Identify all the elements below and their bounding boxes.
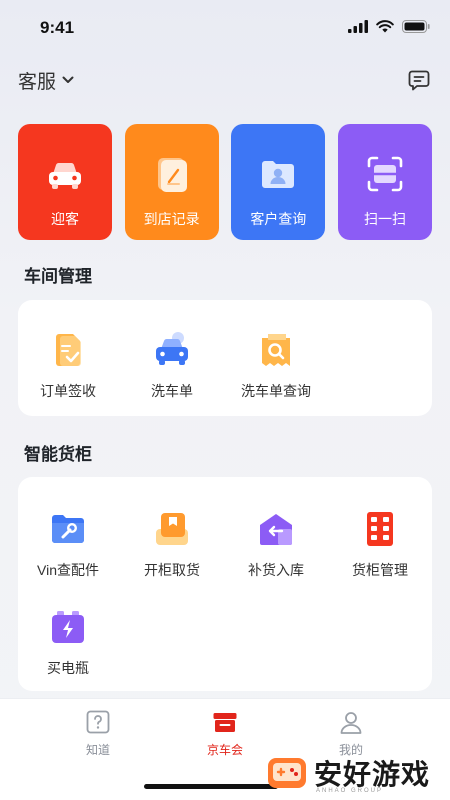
workshop-card: 订单签收 洗车单 洗车单查询	[18, 300, 432, 416]
car-icon	[49, 162, 81, 189]
watermark-text: 安好游戏	[314, 759, 431, 790]
quick-action-label: 到店记录	[143, 211, 200, 227]
box-icon	[156, 513, 188, 545]
cabinet-icon	[367, 512, 393, 546]
locker-item-label: 买电瓶	[47, 660, 89, 676]
locker-item-open-pickup[interactable]: 开柜取货	[122, 509, 222, 580]
workshop-item-car-wash[interactable]: 洗车单	[122, 330, 222, 401]
quick-action-scan[interactable]: 扫一扫	[337, 124, 432, 240]
tab-zhidao[interactable]: 知道	[58, 709, 138, 758]
wrench-folder-icon	[52, 515, 84, 543]
car-wash-icon	[156, 332, 188, 365]
battery-icon	[52, 611, 84, 643]
search-ticket-icon	[262, 334, 290, 366]
locker-item-restock[interactable]: 补货入库	[226, 509, 326, 580]
scan-icon	[367, 156, 403, 192]
home-indicator	[144, 784, 278, 789]
locker-item-vin-parts[interactable]: Vin查配件	[18, 509, 118, 580]
store-icon	[213, 713, 237, 732]
section-title-locker: 智能货柜	[24, 445, 92, 464]
customer-folder-icon	[262, 161, 295, 188]
locker-card: Vin查配件 开柜取货 补货入库 货柜管理 买电瓶	[18, 477, 432, 691]
locker-item-label: 货柜管理	[352, 562, 408, 578]
header-title: 客服	[18, 71, 57, 93]
warehouse-icon	[260, 514, 292, 545]
quick-action-label: 客户查询	[250, 211, 307, 227]
notebook-icon	[157, 158, 187, 192]
watermark: 安好游戏 ANHAO GROUP	[266, 748, 430, 798]
workshop-item-label: 订单签收	[40, 383, 96, 399]
order-check-icon	[56, 334, 81, 366]
watermark-subtext: ANHAO GROUP	[316, 788, 384, 794]
quick-actions: 迎客 到店记录 客户查询 扫一扫	[18, 124, 432, 240]
quick-action-label: 迎客	[51, 211, 79, 227]
locker-item-buy-battery[interactable]: 买电瓶	[18, 607, 118, 678]
signal-icon	[348, 20, 368, 33]
tab-label: 知道	[85, 743, 110, 757]
quick-action-customer-query[interactable]: 客户查询	[231, 124, 326, 240]
tab-jingchehui[interactable]: 京车会	[185, 709, 265, 758]
workshop-item-order-signoff[interactable]: 订单签收	[18, 330, 118, 401]
user-icon	[340, 712, 362, 734]
status-icons	[348, 20, 430, 33]
tab-label: 京车会	[206, 743, 243, 757]
workshop-item-label: 洗车单	[151, 383, 193, 399]
workshop-item-label: 洗车单查询	[241, 383, 311, 399]
battery-status-icon	[402, 20, 430, 33]
locker-item-cabinet-manage[interactable]: 货柜管理	[330, 509, 430, 580]
status-bar: 9:41	[0, 0, 450, 56]
header: 客服	[18, 64, 432, 96]
message-button[interactable]	[406, 67, 432, 93]
quick-action-welcome[interactable]: 迎客	[18, 124, 112, 240]
locker-item-label: 开柜取货	[144, 562, 200, 578]
quick-action-label: 扫一扫	[363, 211, 406, 227]
question-icon	[86, 710, 110, 734]
section-title-workshop: 车间管理	[24, 267, 92, 286]
locker-item-label: 补货入库	[248, 562, 304, 578]
chevron-down-icon	[62, 76, 74, 83]
service-selector[interactable]: 客服	[18, 67, 74, 94]
workshop-item-car-wash-query[interactable]: 洗车单查询	[226, 330, 326, 401]
gamepad-logo-icon	[268, 758, 306, 788]
wifi-icon	[376, 20, 394, 33]
quick-action-visit-records[interactable]: 到店记录	[124, 124, 219, 240]
message-icon	[408, 70, 430, 91]
locker-item-label: Vin查配件	[37, 562, 99, 578]
status-time: 9:41	[40, 18, 75, 37]
